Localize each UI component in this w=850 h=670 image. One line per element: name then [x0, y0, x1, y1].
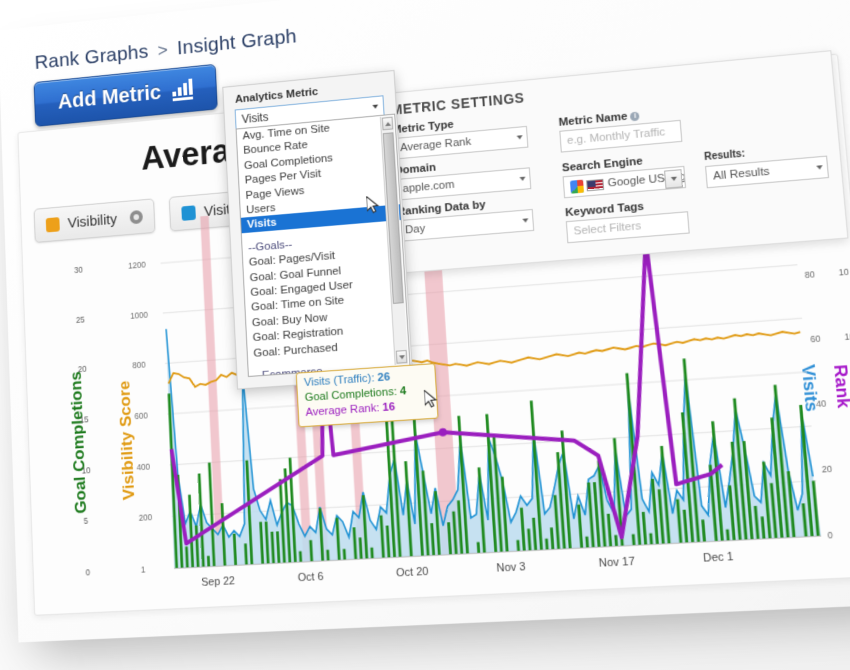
metric-name-placeholder: e.g. Monthly Traffic — [566, 126, 666, 148]
chevron-down-icon — [372, 104, 379, 109]
analytics-metric-option-list[interactable]: Avg. Time on Site Bounce Rate Goal Complet… — [235, 113, 411, 378]
info-icon[interactable]: i — [630, 111, 641, 122]
axis-tick: 20 — [77, 364, 87, 375]
axis-tick: 40 — [815, 398, 827, 410]
axis-tick: 10 — [81, 464, 91, 476]
x-axis-tick: Nov 3 — [496, 560, 527, 575]
google-logo-icon — [569, 179, 584, 194]
axis-tick: 600 — [134, 410, 148, 422]
metric-type-value: Average Rank — [399, 135, 472, 155]
breadcrumb-current: Insight Graph — [176, 25, 298, 60]
axis-tick: 1 — [140, 564, 146, 575]
screenshot-stage: Rank Graphs > Insight Graph Add Metric A… — [0, 0, 850, 670]
bar-chart-icon — [171, 78, 193, 102]
gear-icon[interactable] — [129, 209, 143, 225]
breadcrumb-separator: > — [157, 40, 169, 62]
axis-tick: 16 — [844, 330, 850, 343]
axis-title-goal-completions: Goal Completions — [66, 370, 90, 515]
tooltip-visits-value: 26 — [377, 371, 391, 385]
tooltip-goals-value: 4 — [399, 385, 407, 398]
axis-title-visibility-score: Visibility Score — [115, 380, 138, 501]
axis-tick: 80 — [804, 269, 816, 281]
axis-tick: 25 — [75, 314, 85, 325]
us-flag-icon — [586, 178, 605, 191]
analytics-metric-dropdown: Analytics Metric Visits Avg. Time on Sit… — [222, 69, 414, 390]
scroll-down-arrow-icon[interactable] — [395, 349, 408, 364]
domain-value: apple.com — [402, 178, 455, 196]
legend-label-visibility: Visibility — [67, 210, 118, 232]
x-axis-tick: Oct 20 — [395, 565, 429, 580]
tooltip-rank-label: Average Rank: — [305, 402, 380, 419]
legend-chip-visibility[interactable]: Visibility — [33, 198, 156, 243]
metric-settings-panel: METRIC SETTINGS Metric Type Average Rank… — [375, 50, 849, 275]
x-axis-tick: Oct 6 — [297, 570, 324, 585]
axis-tick: 0 — [827, 529, 834, 541]
axis-tick: 400 — [136, 461, 151, 472]
chevron-down-icon — [816, 165, 823, 170]
results-label: Results: — [703, 148, 746, 164]
x-axis-tick: Nov 17 — [598, 555, 636, 570]
chevron-down-icon — [522, 218, 529, 223]
google-flag-icon — [569, 177, 605, 194]
analytics-metric-selected: Visits — [241, 109, 269, 126]
axis-tick: 20 — [821, 463, 833, 475]
legend-swatch-visits — [181, 204, 196, 221]
ranking-data-by-value: Day — [404, 222, 426, 237]
metric-settings-heading: METRIC SETTINGS — [390, 89, 526, 118]
axis-tick: 15 — [79, 414, 89, 425]
x-axis-tick: Dec 1 — [702, 550, 735, 565]
axis-tick: 30 — [73, 264, 83, 276]
axis-tick: 5 — [83, 516, 89, 527]
keyword-tags-placeholder: Select Filters — [573, 220, 642, 238]
app-page: Rank Graphs > Insight Graph Add Metric A… — [0, 0, 850, 643]
axis-tick: 0 — [85, 567, 91, 578]
axis-title-rank: Rank — [829, 363, 850, 409]
axis-tick: 1000 — [130, 309, 149, 321]
axis-tick: 10 — [838, 266, 850, 278]
axis-tick: 200 — [138, 512, 153, 524]
breadcrumb: Rank Graphs > Insight Graph — [34, 25, 297, 74]
results-value: All Results — [712, 165, 771, 183]
chevron-down-icon[interactable] — [664, 169, 683, 189]
breadcrumb-root[interactable]: Rank Graphs — [34, 41, 149, 74]
add-metric-label: Add Metric — [57, 79, 162, 114]
chart-tooltip: Visits (Traffic): 26 Goal Completions: 4… — [295, 363, 439, 428]
axis-tick: 60 — [809, 333, 821, 345]
chevron-down-icon — [516, 135, 523, 140]
x-axis-tick: Sep 22 — [201, 575, 236, 589]
legend-swatch-visibility — [45, 216, 60, 233]
chevron-down-icon — [519, 176, 526, 182]
tooltip-rank-value: 16 — [382, 401, 396, 414]
axis-tick: 1200 — [127, 259, 146, 271]
axis-tick: 800 — [132, 359, 146, 371]
scroll-up-arrow-icon[interactable] — [381, 116, 394, 131]
